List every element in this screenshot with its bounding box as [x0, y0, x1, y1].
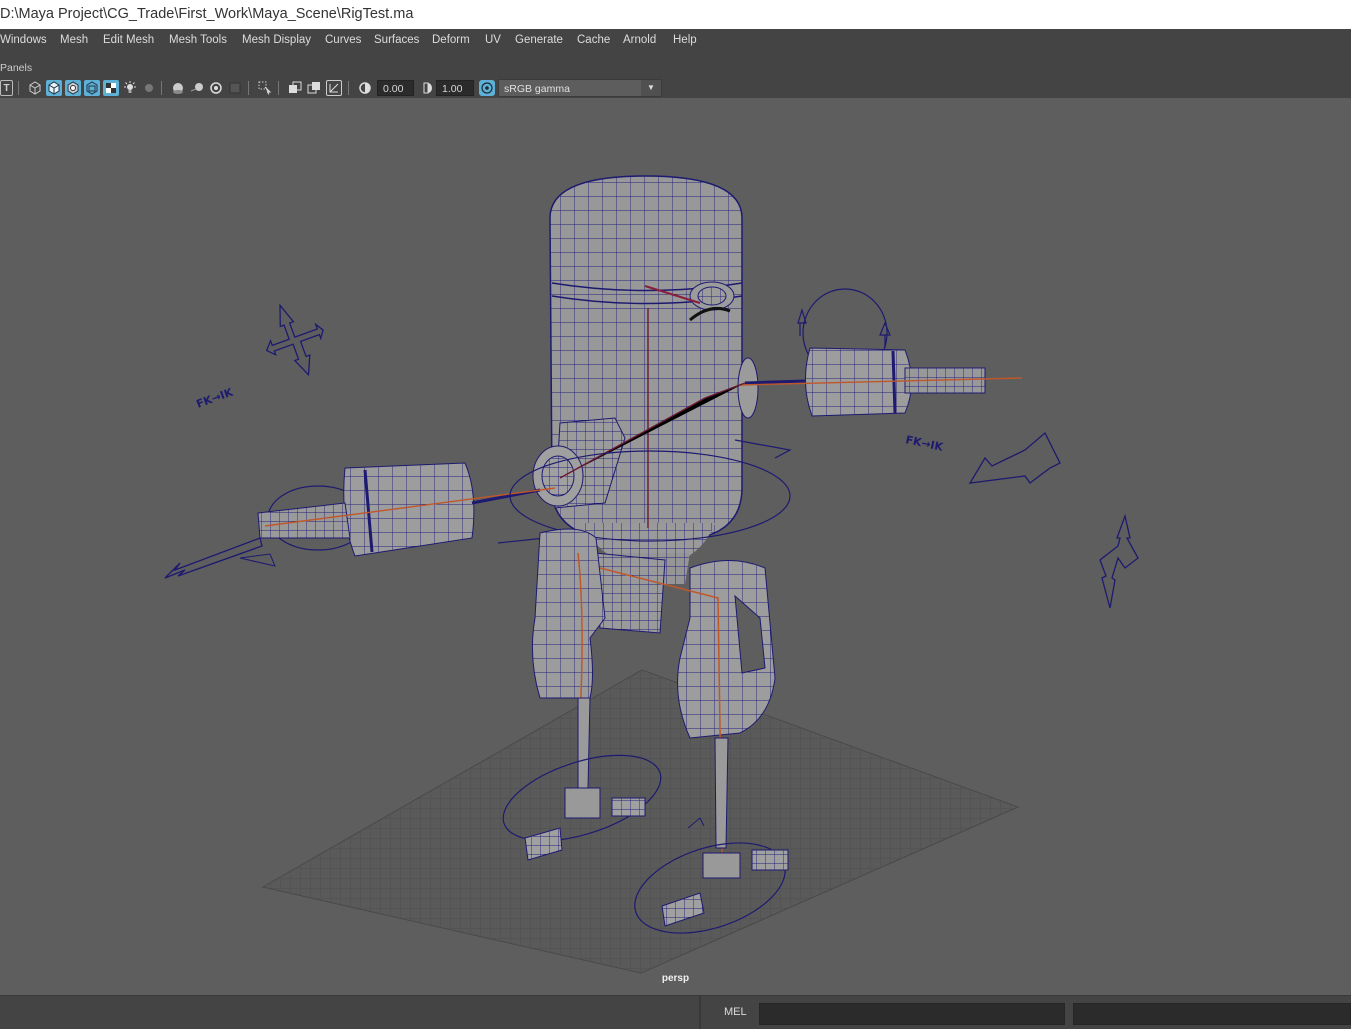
menu-edit-mesh[interactable]: Edit Mesh	[103, 29, 154, 51]
toolbar-separator	[18, 81, 19, 95]
menu-arnold[interactable]: Arnold	[623, 29, 656, 51]
move-manipulator-right	[968, 431, 1061, 484]
panel-toolbar: T 0.00 1.00 sRGB gamma ▼	[0, 78, 1351, 98]
checker-icon[interactable]	[103, 80, 119, 96]
gamma-icon[interactable]	[418, 80, 434, 96]
color-management-icon[interactable]	[479, 80, 495, 96]
toolbar-separator	[278, 81, 279, 95]
antialias-icon[interactable]	[208, 80, 224, 96]
menu-help[interactable]: Help	[673, 29, 697, 51]
light-icon[interactable]	[122, 80, 138, 96]
wireframe-cube-icon[interactable]	[27, 80, 43, 96]
menu-uv[interactable]: UV	[485, 29, 501, 51]
fk-ik-switch-left: FK→IK	[195, 385, 235, 410]
mel-command-input[interactable]	[759, 1003, 1065, 1025]
chevron-down-icon: ▼	[641, 80, 661, 96]
camera-label: persp	[661, 973, 690, 984]
toolbar-separator	[348, 81, 349, 95]
robot-torso	[549, 175, 743, 584]
exposure-field[interactable]: 0.00	[377, 80, 414, 96]
fk-ik-switch-right: FK→IK	[904, 433, 944, 454]
ambient-occlusion-icon[interactable]	[170, 80, 186, 96]
color-space-dropdown[interactable]: sRGB gamma ▼	[498, 79, 662, 97]
move-manipulator-left	[265, 303, 324, 377]
gamma-field[interactable]: 1.00	[436, 80, 474, 96]
menu-mesh-display[interactable]: Mesh Display	[242, 29, 311, 51]
robot-arm-left	[164, 462, 556, 579]
robot-thigh-left	[531, 528, 606, 719]
toolbar-separator	[161, 81, 162, 95]
shadow-icon[interactable]	[141, 80, 157, 96]
statusbar-separator	[699, 996, 701, 1029]
resolution-gate-icon[interactable]	[287, 80, 303, 96]
ground-grid	[261, 669, 1020, 974]
robot-arm-right	[739, 288, 1023, 417]
move-manipulator-far-right	[1099, 513, 1139, 609]
safe-action-icon[interactable]	[326, 80, 342, 96]
isolate-select-icon[interactable]	[227, 80, 243, 96]
menu-cache[interactable]: Cache	[577, 29, 610, 51]
robot-shoulder-right	[737, 357, 759, 419]
menu-mesh-tools[interactable]: Mesh Tools	[169, 29, 227, 51]
menu-windows[interactable]: Windows	[0, 29, 47, 51]
texture-icon[interactable]: T	[0, 80, 13, 96]
mel-label[interactable]: MEL	[724, 1006, 747, 1018]
menu-bar: Windows Mesh Edit Mesh Mesh Tools Mesh D…	[0, 29, 1351, 51]
film-gate-icon[interactable]	[306, 80, 322, 96]
menu-deform[interactable]: Deform	[432, 29, 470, 51]
shade-wireframe-icon[interactable]	[65, 80, 81, 96]
command-line-bar: MEL	[0, 995, 1351, 1029]
smooth-shade-icon[interactable]	[46, 80, 62, 96]
panels-menu[interactable]: Panels	[0, 62, 32, 74]
menu-surfaces[interactable]: Surfaces	[374, 29, 419, 51]
menu-curves[interactable]: Curves	[325, 29, 361, 51]
viewport-persp[interactable]: FK→IK FK→IK persp	[0, 98, 1351, 995]
color-space-value: sRGB gamma	[504, 83, 570, 95]
menu-mesh[interactable]: Mesh	[60, 29, 88, 51]
mel-result-field	[1073, 1003, 1351, 1025]
scene-canvas: FK→IK FK→IK	[164, 175, 1139, 974]
xray-joints-icon[interactable]	[257, 80, 273, 96]
window-title: D:\Maya Project\CG_Trade\First_Work\Maya…	[0, 0, 1351, 29]
xray-icon[interactable]	[84, 80, 100, 96]
exposure-icon[interactable]	[357, 80, 373, 96]
motion-blur-icon[interactable]	[189, 80, 205, 96]
menu-generate[interactable]: Generate	[515, 29, 563, 51]
robot-hips	[594, 552, 666, 634]
toolbar-separator	[248, 81, 249, 95]
